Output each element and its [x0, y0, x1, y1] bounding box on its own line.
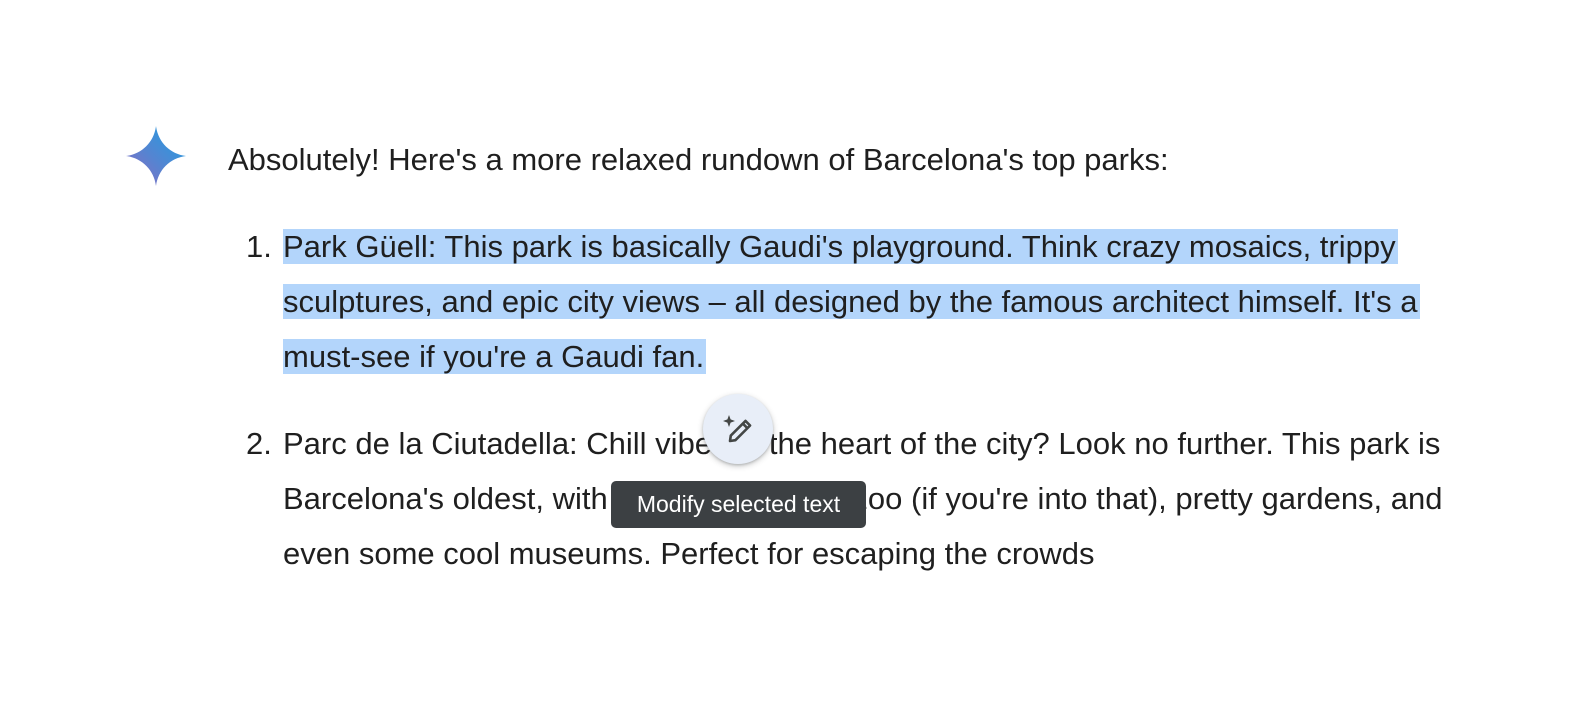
list-item-number: 2.	[246, 426, 272, 461]
assistant-response: Absolutely! Here's a more relaxed rundow…	[0, 0, 1587, 709]
modify-selected-text-button[interactable]	[703, 394, 773, 464]
modify-tooltip: Modify selected text	[611, 481, 866, 528]
selected-text[interactable]: Park Güell: This park is basically Gaudi…	[283, 229, 1420, 374]
gemini-spark-icon	[126, 126, 186, 186]
list-item-number: 1.	[246, 229, 272, 264]
response-intro: Absolutely! Here's a more relaxed rundow…	[228, 142, 1169, 177]
list-item-text[interactable]: Parc de la Ciutadella: Chill vibes in th…	[283, 416, 1458, 581]
magic-pencil-icon	[723, 415, 752, 443]
list-item: 1. Park Güell: This park is basically Ga…	[228, 219, 1458, 384]
